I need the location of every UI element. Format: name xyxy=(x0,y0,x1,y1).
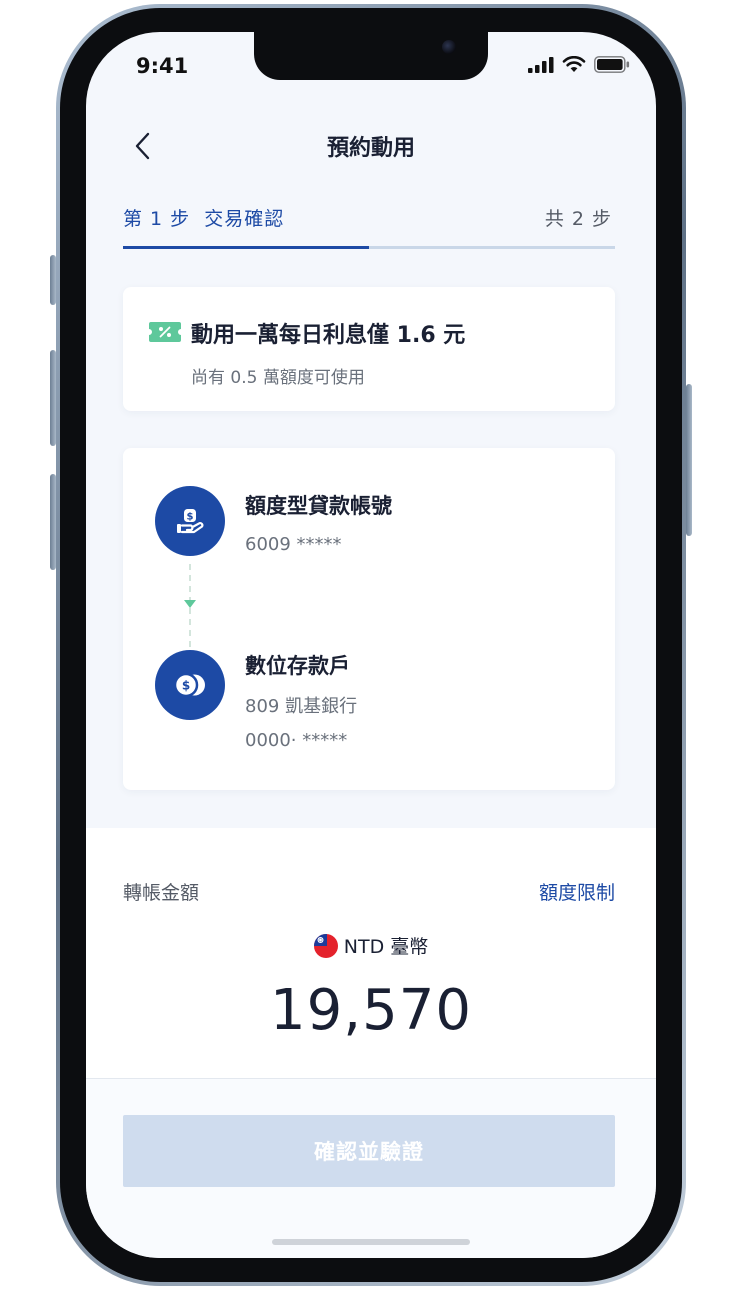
account-transfer-card: $ 額度型貸款帳號 6009 ***** $ 數位存款戶 809 凱基銀行 00… xyxy=(123,448,615,790)
coins-icon: $ xyxy=(173,672,205,698)
confirm-and-verify-button[interactable]: 確認並驗證 xyxy=(123,1115,615,1187)
promo-card: 動用一萬每日利息僅 1.6 元 尚有 0.5 萬額度可使用 xyxy=(123,287,615,411)
power-button xyxy=(686,384,692,536)
cellular-signal-icon xyxy=(528,56,554,73)
loan-account-number: 6009 ***** xyxy=(245,534,342,555)
total-steps-label: 共 2 步 xyxy=(544,208,612,230)
svg-text:$: $ xyxy=(182,679,190,693)
bottom-action-area: 確認並驗證 xyxy=(86,1079,656,1258)
transfer-amount-section: 轉帳金額 額度限制 NTD 臺幣 19,570 xyxy=(86,828,656,1078)
arrow-down-icon xyxy=(184,600,196,608)
deposit-account-icon: $ xyxy=(155,650,225,720)
action-button xyxy=(50,255,56,305)
camera-icon xyxy=(442,40,456,54)
status-time: 9:41 xyxy=(136,54,189,78)
current-step-label: 第 1 步 交易確認 xyxy=(123,208,285,230)
step-progress-fill xyxy=(123,246,369,249)
step-progress-bar xyxy=(123,246,615,249)
notch xyxy=(254,32,488,80)
svg-text:$: $ xyxy=(187,512,194,523)
transfer-amount-value[interactable]: 19,570 xyxy=(86,978,656,1043)
loan-account-icon: $ xyxy=(155,486,225,556)
status-icons xyxy=(528,56,630,73)
wifi-icon xyxy=(562,56,586,72)
page-title: 預約動用 xyxy=(326,136,415,161)
deposit-account-bank: 809 凱基銀行 xyxy=(245,696,358,717)
battery-icon xyxy=(594,56,630,73)
hand-money-icon: $ xyxy=(177,509,204,534)
promo-subtitle: 尚有 0.5 萬額度可使用 xyxy=(191,368,365,388)
currency-label: NTD 臺幣 xyxy=(343,936,429,958)
deposit-account-number: 0000· ***** xyxy=(245,730,348,751)
app-screen: 9:41 預約動用 第 1 步 交易確認 共 2 步 動用一萬每日利息僅 1.6… xyxy=(86,32,656,1258)
promo-title: 動用一萬每日利息僅 1.6 元 xyxy=(191,323,466,348)
loan-account-name: 額度型貸款帳號 xyxy=(245,494,392,518)
home-indicator xyxy=(272,1239,470,1245)
volume-down-button xyxy=(50,474,56,570)
volume-up-button xyxy=(50,350,56,446)
currency-selector: NTD 臺幣 xyxy=(86,932,656,959)
transfer-amount-label: 轉帳金額 xyxy=(123,882,200,904)
taiwan-flag-icon xyxy=(313,933,338,958)
deposit-account-name: 數位存款戶 xyxy=(245,654,350,678)
transfer-connector xyxy=(184,564,196,652)
coupon-icon xyxy=(149,322,181,342)
credit-limit-link[interactable]: 額度限制 xyxy=(539,878,615,905)
